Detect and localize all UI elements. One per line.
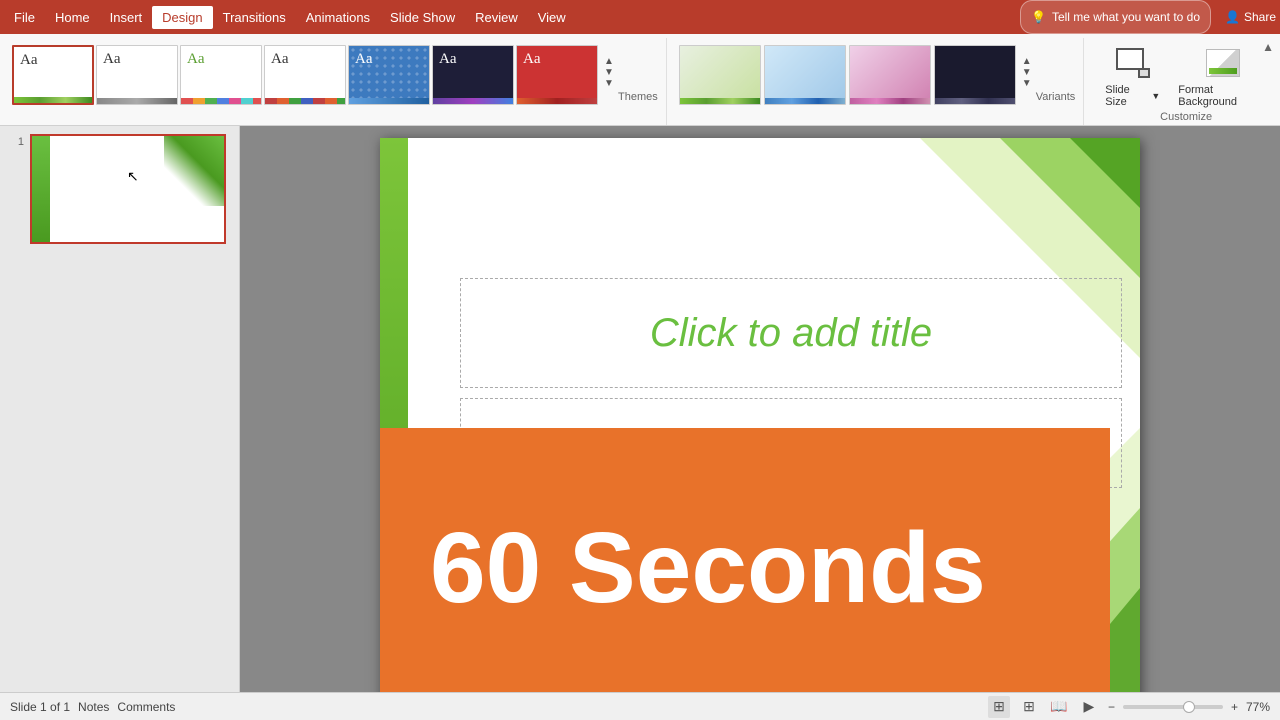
customize-section: Slide Size ▼ Format Background Customize	[1084, 38, 1280, 125]
comments-button[interactable]: Comments	[117, 700, 175, 714]
variant-3[interactable]	[849, 45, 931, 105]
variants-label: Variants	[1036, 91, 1076, 107]
theme-2[interactable]: Aa	[96, 45, 178, 105]
reading-view-button[interactable]: 📖	[1048, 696, 1070, 718]
slide-thumbnail-1[interactable]: ↖	[30, 134, 226, 244]
variants-chevron-down-icon: ▼	[1022, 68, 1032, 78]
variants-more-button[interactable]: ▲ ▼ ▼	[1018, 43, 1036, 103]
zoom-slider[interactable]	[1123, 705, 1223, 709]
slide-info: Slide 1 of 1	[10, 700, 70, 714]
slide-item-1[interactable]: 1 ↖	[8, 134, 231, 244]
menu-design[interactable]: Design	[152, 6, 212, 29]
theme-6[interactable]: Aa	[432, 45, 514, 105]
slide-title-placeholder: Click to add title	[650, 311, 932, 356]
variants-row	[679, 41, 1016, 105]
variant-4[interactable]	[934, 45, 1016, 105]
format-background-button[interactable]: Format Background	[1173, 42, 1272, 111]
menu-review[interactable]: Review	[465, 6, 528, 29]
variants-section: ▲ ▼ ▼ Variants	[667, 38, 1085, 125]
themes-more-button[interactable]: ▲ ▼ ▼	[600, 43, 618, 103]
variants-more-icon: ▼	[1022, 79, 1032, 89]
variants-chevron-up-icon: ▲	[1022, 57, 1032, 67]
menu-insert[interactable]: Insert	[100, 6, 153, 29]
theme-4[interactable]: Aa	[264, 45, 346, 105]
notes-button[interactable]: Notes	[78, 700, 109, 714]
slide-canvas[interactable]: Click to add title subtitle 60 Seconds	[380, 138, 1140, 708]
menu-bar: File Home Insert Design Transitions Anim…	[0, 0, 1280, 34]
status-right: ⊞ ⊞ 📖 ▶ − + 77%	[988, 696, 1270, 718]
slide-size-button[interactable]: Slide Size ▼	[1100, 42, 1165, 111]
format-background-icon	[1205, 45, 1241, 81]
share-button[interactable]: 👤 Share	[1225, 10, 1276, 24]
variant-1[interactable]	[679, 45, 761, 105]
slide-title-box[interactable]: Click to add title	[460, 278, 1122, 388]
share-label: Share	[1244, 10, 1276, 24]
slide-size-dropdown-icon: ▼	[1151, 91, 1160, 101]
zoom-plus[interactable]: +	[1231, 700, 1238, 714]
ribbon: Aa Aa Aa Aa	[0, 34, 1280, 126]
zoom-slider-thumb[interactable]	[1183, 701, 1195, 713]
menu-file[interactable]: File	[4, 6, 45, 29]
menu-home[interactable]: Home	[45, 6, 100, 29]
search-box[interactable]: 💡 Tell me what you want to do	[1020, 0, 1211, 34]
format-background-label: Format Background	[1178, 84, 1267, 108]
theme-7[interactable]: Aa	[516, 45, 598, 105]
slideshow-button[interactable]: ▶	[1078, 696, 1100, 718]
slide-thumb-green-corner	[164, 136, 224, 206]
overlay-text: 60 Seconds	[430, 511, 986, 626]
chevron-up-icon: ▲	[604, 57, 614, 67]
slide-size-label: Slide Size ▼	[1105, 84, 1160, 108]
theme-5[interactable]: Aa	[348, 45, 430, 105]
menu-slideshow[interactable]: Slide Show	[380, 6, 465, 29]
themes-row: Aa Aa Aa Aa	[12, 41, 598, 105]
customize-label: Customize	[1160, 111, 1212, 127]
more-icon: ▼	[604, 79, 614, 89]
theme-3[interactable]: Aa	[180, 45, 262, 105]
themes-section: Aa Aa Aa Aa	[4, 38, 667, 125]
normal-view-button[interactable]: ⊞	[988, 696, 1010, 718]
variant-2[interactable]	[764, 45, 846, 105]
lightbulb-icon: 💡	[1031, 10, 1046, 24]
menu-animations[interactable]: Animations	[296, 6, 380, 29]
themes-label: Themes	[618, 91, 658, 107]
chevron-down-icon: ▼	[604, 68, 614, 78]
canvas-area[interactable]: Click to add title subtitle 60 Seconds	[240, 126, 1280, 720]
search-placeholder: Tell me what you want to do	[1052, 10, 1200, 24]
cursor-icon: ↖	[127, 168, 139, 185]
zoom-level: 77%	[1246, 700, 1270, 714]
menu-view[interactable]: View	[528, 6, 576, 29]
status-bar: Slide 1 of 1 Notes Comments ⊞ ⊞ 📖 ▶ − + …	[0, 692, 1280, 720]
menu-transitions[interactable]: Transitions	[213, 6, 296, 29]
slide-size-icon	[1115, 45, 1151, 81]
slide-sorter-button[interactable]: ⊞	[1018, 696, 1040, 718]
theme-office[interactable]: Aa	[12, 45, 94, 105]
main-area: 1 ↖	[0, 126, 1280, 720]
zoom-minus[interactable]: −	[1108, 700, 1115, 714]
orange-overlay: 60 Seconds	[380, 428, 1110, 708]
ribbon-collapse-button[interactable]: ▲	[1262, 40, 1274, 54]
slide-number-1: 1	[8, 134, 24, 148]
customize-row: Slide Size ▼ Format Background	[1100, 38, 1272, 111]
person-icon: 👤	[1225, 10, 1240, 24]
slide-panel: 1 ↖	[0, 126, 240, 720]
slide-thumb-green-left	[32, 136, 50, 242]
